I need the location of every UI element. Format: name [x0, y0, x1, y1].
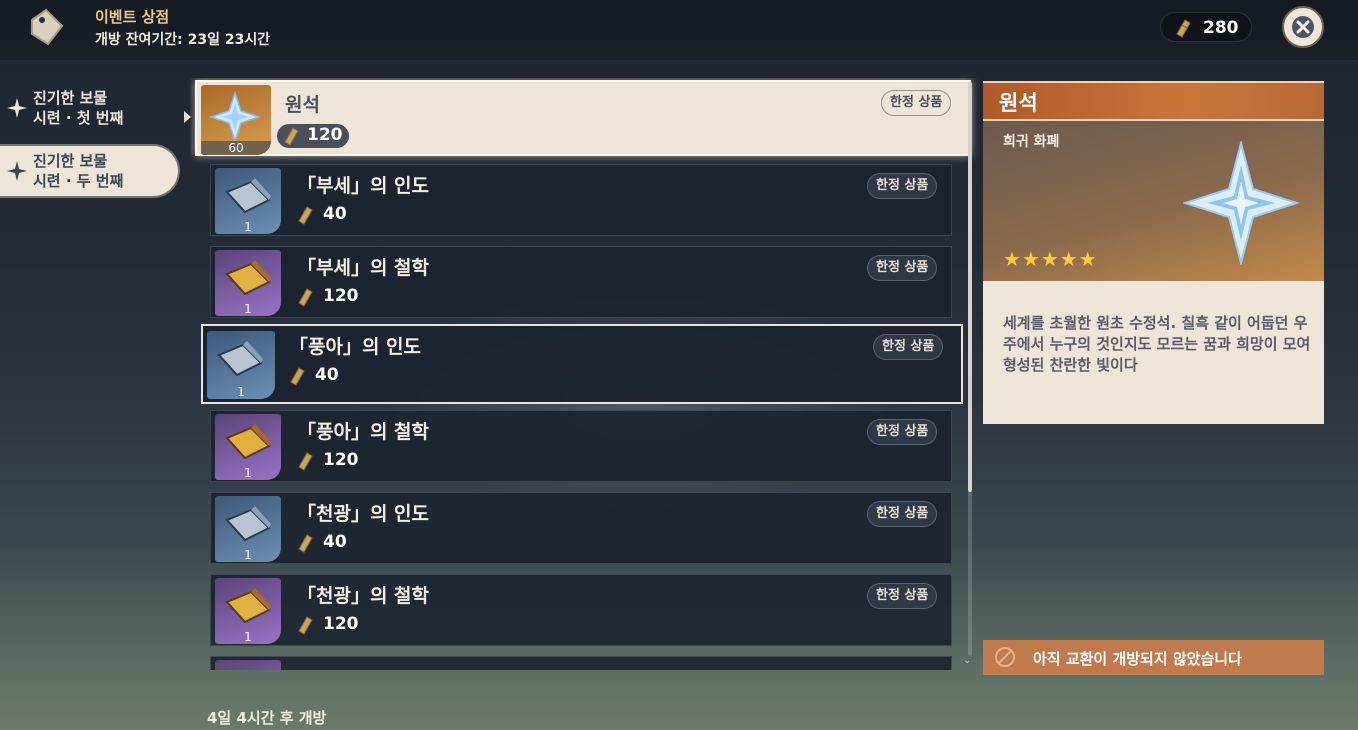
- item-name: 원석: [285, 94, 320, 116]
- primogem-icon: [1183, 141, 1299, 265]
- detail-banner: 희귀 화폐 ★★★★★: [983, 121, 1324, 281]
- item-thumbnail: 60: [201, 85, 271, 155]
- next-open-note: 4일 4시간 후 개방: [207, 709, 327, 727]
- ticket-icon: [290, 367, 305, 386]
- shop-item-guide[interactable]: 1 「천광」의 인도 40 한정 상품: [210, 492, 952, 564]
- item-thumbnail: 1: [215, 496, 281, 562]
- tab-label-line1: 진기한 보물: [33, 152, 108, 170]
- guide-book-icon: [217, 341, 263, 377]
- item-quantity: 1: [244, 548, 252, 562]
- scrollbar-thumb[interactable]: [968, 82, 972, 492]
- item-price-value: 40: [315, 365, 339, 385]
- rarity-stars: ★★★★★: [1003, 247, 1098, 271]
- shop-item-philosophy[interactable]: 1 「부세」의 철학 120 한정 상품: [210, 246, 952, 318]
- shop-title: 이벤트 상점: [95, 8, 170, 26]
- item-name: 「천광」의 인도: [297, 503, 430, 525]
- item-price-value: 40: [323, 532, 347, 552]
- shop-item-primogem[interactable]: 60 원석 120 한정 상품: [195, 80, 971, 156]
- item-thumbnail: 1: [215, 578, 281, 644]
- exchange-status: 아직 교환이 개방되지 않았습니다: [1033, 650, 1242, 668]
- philosophy-book-icon: [225, 424, 271, 460]
- ticket-icon: [284, 127, 299, 146]
- ticket-icon: [298, 452, 313, 471]
- shop-item-guide[interactable]: 1 「부세」의 인도 40 한정 상품: [210, 164, 952, 236]
- item-name: 「풍아」의 인도: [289, 336, 422, 358]
- item-quantity: 1: [237, 385, 245, 399]
- shop-item-guide[interactable]: 1 「풍아」의 인도 40 한정 상품: [201, 324, 963, 404]
- item-name: 「부세」의 인도: [297, 175, 430, 197]
- close-button[interactable]: [1282, 6, 1324, 48]
- shop-item-philosophy[interactable]: 1 「천광」의 철학 120 한정 상품: [210, 574, 952, 646]
- item-price-value: 120: [323, 450, 359, 470]
- item-price-value: 40: [323, 204, 347, 224]
- currency-amount: 280: [1203, 18, 1239, 38]
- philosophy-book-icon: [225, 260, 271, 296]
- item-price-value: 120: [323, 614, 359, 634]
- prohibited-icon: [995, 647, 1015, 667]
- detail-item-type: 희귀 화폐: [1003, 134, 1060, 150]
- item-name: 「천광」의 철학: [297, 585, 430, 607]
- limited-badge: 한정 상품: [867, 419, 938, 445]
- ticket-icon: [298, 534, 313, 553]
- limited-badge: 한정 상품: [867, 255, 938, 281]
- item-name: 「풍아」의 철학: [297, 421, 430, 443]
- detail-header: 원석: [983, 81, 1324, 121]
- item-quantity: 1: [244, 302, 252, 316]
- item-price-value: 120: [323, 286, 359, 306]
- exchange-button[interactable]: 아직 교환이 개방되지 않았습니다: [983, 640, 1324, 675]
- shop-item-list[interactable]: 60 원석 120 한정 상품 1 「부세」의 인도 40 한정 상품 1 「부…: [190, 78, 980, 670]
- tab-label-line2: 시련 · 첫 번째: [33, 109, 124, 127]
- item-price: 120: [277, 124, 349, 148]
- shop-item-philosophy[interactable]: 1 「풍아」의 철학 120 한정 상품: [210, 410, 952, 482]
- limited-badge: 한정 상품: [873, 334, 944, 360]
- price-tag-icon: [31, 8, 64, 46]
- list-scrollbar[interactable]: [968, 82, 972, 656]
- detail-item-name: 원석: [999, 91, 1038, 115]
- ticket-icon: [298, 206, 313, 225]
- chevron-down-icon: ⌄: [963, 655, 972, 666]
- limited-badge: 한정 상품: [867, 173, 938, 199]
- item-thumbnail: 1: [215, 250, 281, 316]
- item-quantity: 60: [201, 141, 271, 155]
- item-price-value: 120: [307, 125, 343, 145]
- tab-label-line1: 진기한 보물: [33, 89, 108, 107]
- item-thumbnail: 1: [215, 168, 281, 234]
- guide-book-icon: [225, 506, 271, 542]
- shop-header: 이벤트 상점 개방 잔여기간: 23일 23시간 280: [0, 0, 1358, 60]
- tab-trial-first[interactable]: 진기한 보물 시련 · 첫 번째: [0, 84, 191, 134]
- sparkle-icon: [7, 98, 27, 118]
- currency-display: 280: [1160, 12, 1252, 42]
- ticket-icon: [298, 616, 313, 635]
- limited-badge: 한정 상품: [867, 583, 938, 609]
- detail-description: 세계를 초월한 원초 수정석. 칠흑 같이 어둡던 우주에서 누구의 것인지도 …: [1003, 314, 1311, 374]
- item-detail-panel: 원석 희귀 화폐 ★★★★★ 세계를 초월한 원초 수정석. 칠흑 같이 어둡던…: [983, 81, 1324, 424]
- tab-trial-second[interactable]: 진기한 보물 시련 · 두 번째: [0, 146, 178, 196]
- philosophy-book-icon: [225, 588, 271, 624]
- ticket-icon: [298, 288, 313, 307]
- item-name: 「부세」의 철학: [297, 257, 430, 279]
- ticket-icon: [1176, 19, 1191, 38]
- item-quantity: 1: [244, 630, 252, 644]
- item-thumbnail: [215, 660, 281, 670]
- primogem-icon: [208, 90, 262, 144]
- guide-book-icon: [225, 178, 271, 214]
- item-thumbnail: 1: [215, 414, 281, 480]
- detail-description-box: 세계를 초월한 원초 수정석. 칠흑 같이 어둡던 우주에서 누구의 것인지도 …: [983, 281, 1324, 424]
- item-quantity: 1: [244, 220, 252, 234]
- tab-label-line2: 시련 · 두 번째: [33, 172, 124, 190]
- item-quantity: 1: [244, 466, 252, 480]
- shop-remaining-time: 개방 잔여기간: 23일 23시간: [95, 32, 271, 48]
- shop-item-partial[interactable]: [210, 656, 952, 670]
- limited-badge: 한정 상품: [881, 90, 952, 116]
- limited-badge: 한정 상품: [867, 501, 938, 527]
- close-icon: [1292, 16, 1314, 38]
- item-thumbnail: 1: [207, 331, 275, 399]
- sparkle-icon: [7, 161, 27, 181]
